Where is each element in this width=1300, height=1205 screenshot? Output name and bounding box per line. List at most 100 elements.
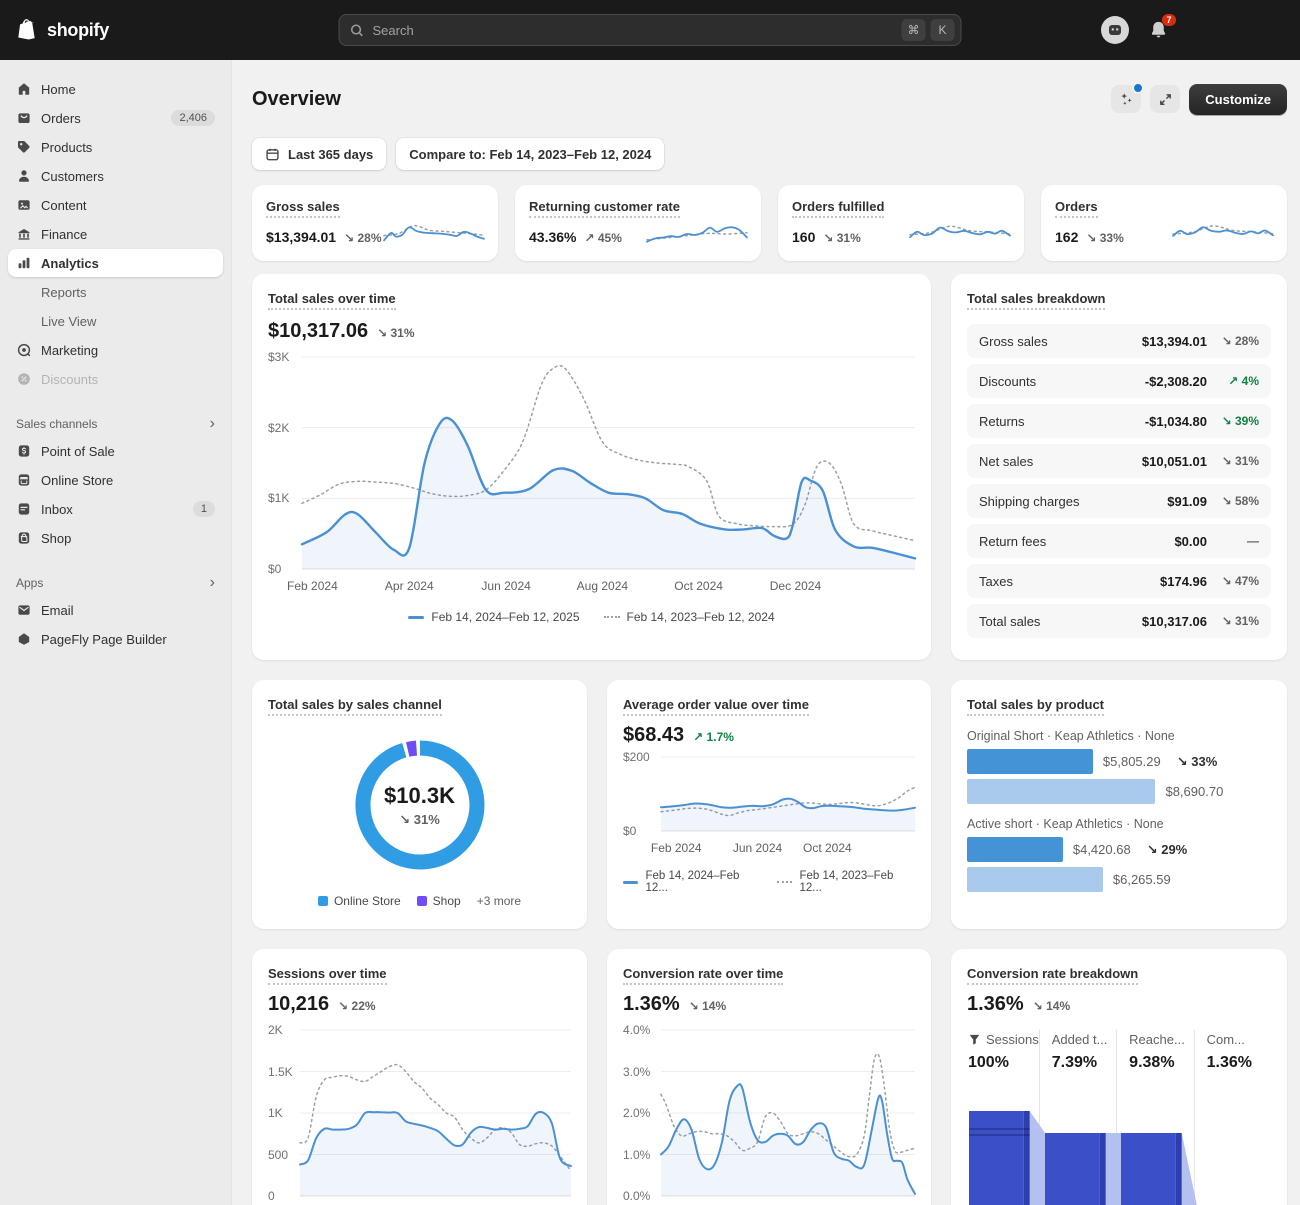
product-current-bar[interactable] bbox=[967, 749, 1093, 774]
funnel-title[interactable]: Conversion rate breakdown bbox=[967, 966, 1138, 985]
main-content: Overview Customize Last 365 days Compare… bbox=[232, 60, 1300, 1205]
sidebar-header-sales-channels: Sales channels› bbox=[16, 413, 215, 435]
total-sales-legend: Feb 14, 2024–Feb 12, 2025 Feb 14, 2023–F… bbox=[268, 610, 915, 624]
kpi-sparkline bbox=[384, 218, 484, 250]
sidebar-item-reports[interactable]: Reports bbox=[8, 278, 223, 306]
breakdown-row-returns[interactable]: Returns-$1,034.80↘ 39% bbox=[967, 404, 1271, 438]
sales-by-channel-title[interactable]: Total sales by sales channel bbox=[268, 697, 442, 716]
legend-current-period[interactable]: Feb 14, 2024–Feb 12, 2025 bbox=[408, 610, 579, 624]
expand-fullscreen-button[interactable] bbox=[1150, 85, 1180, 113]
customize-button[interactable]: Customize bbox=[1189, 84, 1287, 115]
breakdown-row-net-sales[interactable]: Net sales$10,051.01↘ 31% bbox=[967, 444, 1271, 478]
aov-legend-current[interactable]: Feb 14, 2024–Feb 12... bbox=[623, 870, 761, 894]
product-previous-bar[interactable] bbox=[967, 867, 1103, 892]
legend-dotted-marker bbox=[604, 616, 620, 618]
legend-solid-marker bbox=[623, 881, 638, 884]
search-input[interactable]: Search ⌘ K bbox=[339, 14, 962, 46]
notification-count-badge: 7 bbox=[1162, 14, 1176, 26]
kpi-title[interactable]: Returning customer rate bbox=[529, 199, 680, 218]
breakdown-row-taxes[interactable]: Taxes$174.96↘ 47% bbox=[967, 564, 1271, 598]
breakdown-row-delta: ↘ 39% bbox=[1207, 414, 1259, 428]
sidebar-item-customers[interactable]: Customers bbox=[8, 162, 223, 190]
breakdown-row-total-sales[interactable]: Total sales$10,317.06↘ 31% bbox=[967, 604, 1271, 638]
kpi-card-orders: Orders162↘ 33% bbox=[1041, 185, 1287, 261]
magic-insights-button[interactable] bbox=[1111, 85, 1141, 113]
kpi-delta: ↘ 31% bbox=[823, 231, 860, 245]
breakdown-row-value: $10,317.06 bbox=[1142, 614, 1207, 629]
sidebar-item-label: Marketing bbox=[41, 343, 98, 358]
product-previous-bar[interactable] bbox=[967, 779, 1155, 804]
conversion-line-chart[interactable]: 4.0%3.0%2.0%1.0%0.0% bbox=[623, 1030, 915, 1196]
chevron-right-icon[interactable]: › bbox=[210, 416, 215, 432]
shopify-logo[interactable]: shopify bbox=[16, 17, 109, 44]
sidebar-item-live-view[interactable]: Live View bbox=[8, 307, 223, 335]
total-sales-chart-title[interactable]: Total sales over time bbox=[268, 291, 396, 310]
total-sales-over-time-card: Total sales over time $10,317.06 ↘ 31% $… bbox=[252, 274, 931, 660]
sidebar-section-apps: Apps › bbox=[0, 572, 231, 594]
sidebar-item-discounts[interactable]: Discounts bbox=[8, 365, 223, 393]
aov-title[interactable]: Average order value over time bbox=[623, 697, 809, 716]
sales-by-product-title[interactable]: Total sales by product bbox=[967, 697, 1104, 716]
sidebar-item-marketing[interactable]: Marketing bbox=[8, 336, 223, 364]
donut-legend-shop[interactable]: Shop bbox=[417, 894, 461, 908]
breakdown-row-shipping-charges[interactable]: Shipping charges$91.09↘ 58% bbox=[967, 484, 1271, 518]
sidebar-item-home[interactable]: Home bbox=[8, 75, 223, 103]
sidebar-item-analytics[interactable]: Analytics bbox=[8, 249, 223, 277]
breakdown-title[interactable]: Total sales breakdown bbox=[967, 291, 1105, 310]
breakdown-row-return-fees[interactable]: Return fees$0.00— bbox=[967, 524, 1271, 558]
total-sales-line-chart[interactable]: $3K$2K$1K$0Feb 2024Apr 2024Jun 2024Aug 2… bbox=[268, 357, 915, 594]
legend-previous-period[interactable]: Feb 14, 2023–Feb 12, 2024 bbox=[604, 610, 775, 624]
legend-solid-marker bbox=[408, 616, 424, 619]
breakdown-row-gross-sales[interactable]: Gross sales$13,394.01↘ 28% bbox=[967, 324, 1271, 358]
calendar-icon bbox=[265, 147, 280, 162]
customers-icon bbox=[16, 168, 32, 184]
sidebar-item-inbox[interactable]: Inbox1 bbox=[8, 495, 223, 523]
sessions-title[interactable]: Sessions over time bbox=[268, 966, 387, 985]
product-delta: ↘ 33% bbox=[1177, 754, 1218, 770]
breakdown-row-discounts[interactable]: Discounts-$2,308.20↗ 4% bbox=[967, 364, 1271, 398]
donut-legend-3-more[interactable]: +3 more bbox=[477, 894, 521, 908]
sidebar-item-content[interactable]: Content bbox=[8, 191, 223, 219]
kpi-title[interactable]: Gross sales bbox=[266, 199, 340, 218]
funnel-step-name: Reache... bbox=[1129, 1032, 1185, 1047]
aov-line-chart[interactable]: $200$0Feb 2024Jun 2024Oct 2024 bbox=[623, 757, 915, 856]
compare-filter[interactable]: Compare to: Feb 14, 2023–Feb 12, 2024 bbox=[396, 138, 664, 170]
product-current-bar[interactable] bbox=[967, 837, 1063, 862]
sales-by-channel-card: Total sales by sales channel $10.3K ↘ 31… bbox=[252, 680, 587, 929]
kpi-value: $13,394.01 bbox=[266, 229, 336, 245]
aov-legend-previous[interactable]: Feb 14, 2023–Feb 12... bbox=[777, 870, 915, 894]
sidebar-item-online-store[interactable]: Online Store bbox=[8, 466, 223, 494]
product-previous-row: $6,265.59 bbox=[967, 867, 1271, 892]
store-avatar[interactable] bbox=[1101, 16, 1129, 44]
sales-by-channel-donut[interactable]: $10.3K ↘ 31% bbox=[345, 730, 495, 880]
conversion-title[interactable]: Conversion rate over time bbox=[623, 966, 783, 985]
legend-swatch bbox=[318, 896, 328, 906]
sidebar-item-orders[interactable]: Orders2,406 bbox=[8, 104, 223, 132]
sidebar-item-label: Home bbox=[41, 82, 76, 97]
kbd-k: K bbox=[931, 19, 955, 41]
online-store-icon bbox=[16, 472, 32, 488]
sidebar-item-point-of-sale[interactable]: Point of Sale bbox=[8, 437, 223, 465]
conversion-rate-card: Conversion rate over time 1.36% ↘ 14% 4.… bbox=[607, 949, 931, 1205]
kpi-sparkline bbox=[1173, 218, 1273, 250]
donut-legend-online-store[interactable]: Online Store bbox=[318, 894, 401, 908]
sessions-line-chart[interactable]: 2K1.5K1K5000 bbox=[268, 1030, 571, 1196]
funnel-step-name: Sessions bbox=[986, 1032, 1039, 1047]
sidebar-item-email[interactable]: Email bbox=[8, 596, 223, 624]
sidebar-item-products[interactable]: Products bbox=[8, 133, 223, 161]
sidebar-item-pagefly-page-builder[interactable]: PageFly Page Builder bbox=[8, 625, 223, 653]
chevron-right-icon[interactable]: › bbox=[210, 575, 215, 591]
sidebar-item-label: Products bbox=[41, 140, 92, 155]
kpi-delta: ↘ 28% bbox=[344, 231, 381, 245]
new-indicator-dot bbox=[1132, 82, 1144, 94]
kpi-title[interactable]: Orders fulfilled bbox=[792, 199, 884, 218]
kpi-title[interactable]: Orders bbox=[1055, 199, 1098, 218]
sidebar-item-finance[interactable]: Finance bbox=[8, 220, 223, 248]
sidebar-header-label: Apps bbox=[16, 576, 43, 590]
notifications-button[interactable]: 7 bbox=[1149, 20, 1168, 40]
sidebar-item-shop[interactable]: Shop bbox=[8, 524, 223, 552]
logo-wordmark: shopify bbox=[47, 20, 109, 41]
date-range-filter[interactable]: Last 365 days bbox=[252, 138, 386, 170]
product-current-value: $4,420.68 bbox=[1073, 842, 1131, 857]
discounts-icon bbox=[16, 371, 32, 387]
